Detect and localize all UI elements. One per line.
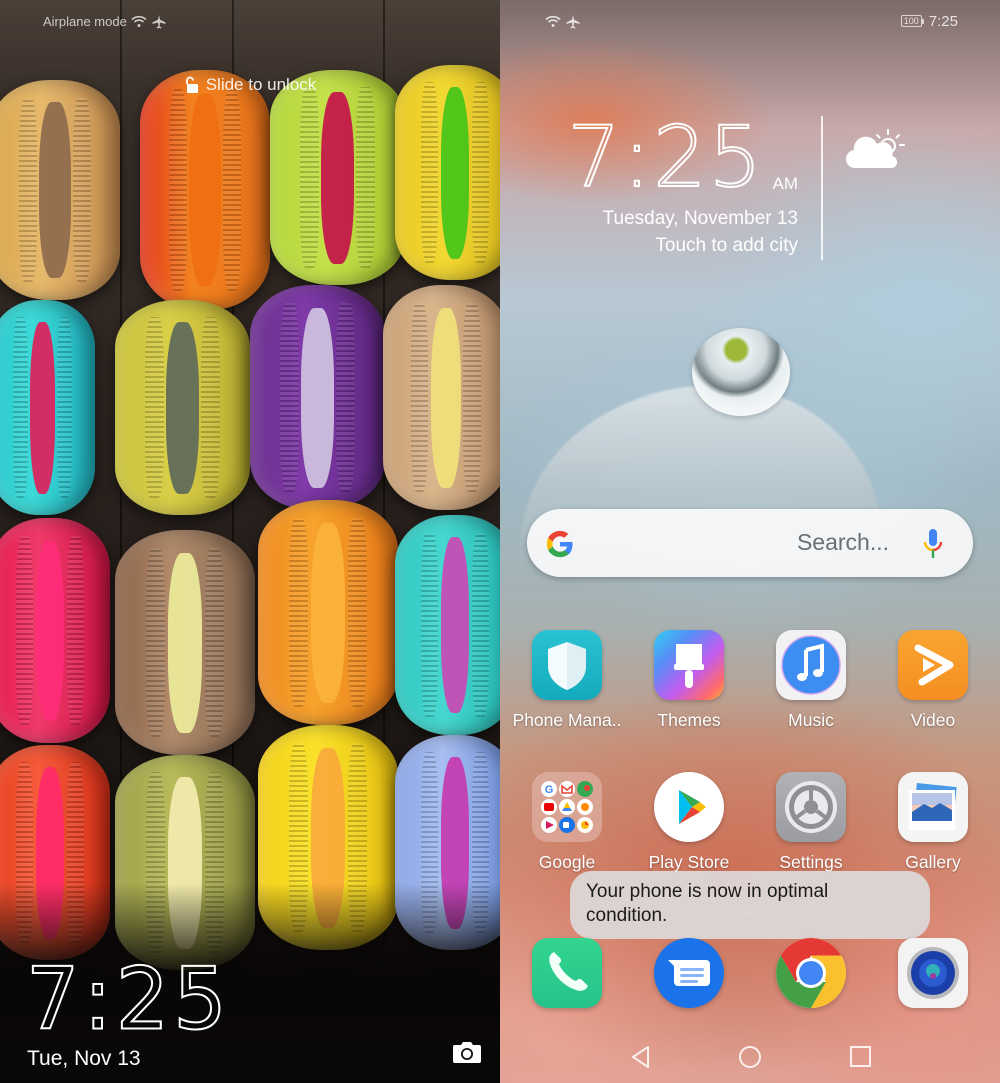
app-label: Google: [538, 852, 596, 872]
app-gallery[interactable]: Gallery: [878, 772, 988, 873]
add-city-link[interactable]: Touch to add city: [655, 235, 798, 257]
wifi-icon: [545, 15, 561, 27]
google-logo-icon: [546, 530, 573, 558]
airplane-icon: [566, 14, 580, 29]
wallpaper-macaron: [115, 300, 250, 515]
battery-indicator: 100: [900, 15, 924, 27]
wallpaper-macaron: [115, 530, 255, 755]
dock-phone[interactable]: [512, 938, 622, 1008]
wallpaper-macaron: [0, 518, 110, 743]
play-icon: [898, 630, 968, 700]
lock-screen[interactable]: [0, 0, 500, 1083]
status-time: 7:25: [928, 12, 958, 30]
wallpaper-macaron: [0, 300, 95, 515]
app-phone-manager[interactable]: Phone Mana..: [512, 630, 622, 731]
wallpaper-macaron: [250, 285, 385, 510]
wallpaper-macaron: [0, 80, 120, 300]
message-icon: [654, 938, 724, 1008]
partly-cloudy-icon[interactable]: [846, 128, 906, 170]
gallery-icon: [898, 772, 968, 842]
widget-time: 7:25: [566, 107, 764, 207]
app-play-store[interactable]: Play Store: [634, 772, 744, 873]
search-placeholder: Search...: [796, 529, 889, 555]
paintbrush-icon: [654, 630, 724, 700]
app-label: Music: [788, 710, 834, 730]
google-search-bar[interactable]: Search...: [527, 509, 973, 577]
unlock-icon: [185, 76, 198, 93]
wallpaper-macaron: [258, 500, 398, 725]
app-label: Phone Mana..: [512, 710, 622, 730]
app-music[interactable]: Music: [756, 630, 866, 731]
svg-text:G: G: [545, 784, 554, 796]
camera-icon[interactable]: [452, 1040, 482, 1064]
folder-icon: G: [532, 772, 602, 842]
app-label: Themes: [657, 710, 721, 730]
home-icon[interactable]: [737, 1044, 763, 1070]
wifi-icon: [131, 15, 147, 27]
navigation-bar: [500, 1030, 1000, 1083]
lock-clock: 7:25: [25, 948, 231, 1050]
phone-icon: [532, 938, 602, 1008]
widget-date: Tuesday, November 13: [602, 208, 798, 229]
shield-icon: [532, 630, 602, 700]
wallpaper-macaron: [395, 515, 500, 735]
wallpaper-macaron: [383, 285, 500, 510]
app-settings[interactable]: Settings: [756, 772, 866, 873]
airplane-mode-label: Airplane mode: [43, 13, 127, 29]
wallpaper-macaron: [395, 65, 500, 280]
clock-widget[interactable]: 7:25 AM Tuesday, November 13 Touch to ad…: [566, 107, 810, 263]
mic-icon[interactable]: [923, 528, 943, 560]
widget-ampm: AM: [772, 174, 799, 193]
app-label: Gallery: [905, 852, 961, 872]
lock-clock-time: 7:25: [25, 948, 231, 1050]
wallpaper-macaron: [270, 70, 405, 285]
back-icon[interactable]: [628, 1044, 654, 1070]
slide-to-unlock[interactable]: Slide to unlock: [0, 75, 500, 95]
app-label: Play Store: [648, 852, 730, 872]
airplane-icon: [152, 14, 166, 29]
chrome-icon: [776, 938, 846, 1008]
camera-lens-icon: [898, 938, 968, 1008]
app-google-folder[interactable]: G Google: [512, 772, 622, 873]
app-label: Video: [910, 710, 956, 730]
dock-messages[interactable]: [634, 938, 744, 1008]
music-note-icon: [776, 630, 846, 700]
lock-date: Tue, Nov 13: [27, 1047, 141, 1070]
app-video[interactable]: Video: [878, 630, 988, 731]
dock-chrome[interactable]: [756, 938, 866, 1008]
wallpaper-water-drop: [692, 328, 790, 416]
home-status-bar: 100 7:25: [545, 10, 958, 32]
play-store-icon: [654, 772, 724, 842]
app-themes[interactable]: Themes: [634, 630, 744, 731]
slide-to-unlock-label: Slide to unlock: [205, 75, 317, 94]
toast-message: Your phone is now in optimal condition.: [570, 871, 930, 939]
widget-divider: [821, 116, 823, 260]
recents-icon[interactable]: [848, 1044, 874, 1070]
wallpaper-macaron: [140, 70, 270, 310]
dock-camera[interactable]: [878, 938, 988, 1008]
gear-icon: [776, 772, 846, 842]
app-label: Settings: [779, 852, 843, 872]
